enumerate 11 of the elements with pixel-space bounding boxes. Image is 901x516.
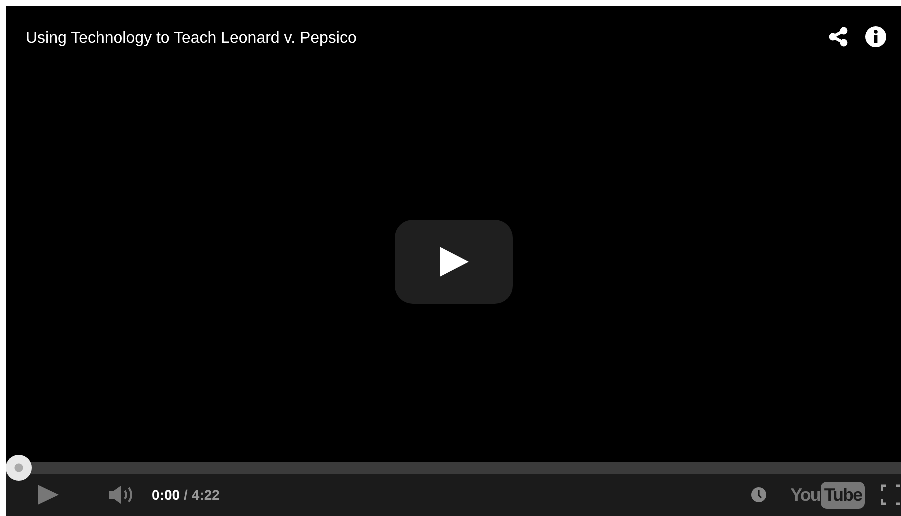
info-icon[interactable] [865,26,887,48]
duration: 4:22 [192,486,220,504]
video-title[interactable]: Using Technology to Teach Leonard v. Pepsico [6,6,829,51]
clock-icon[interactable] [750,487,767,503]
fullscreen-icon[interactable] [881,484,901,506]
share-icon[interactable] [829,27,849,47]
time-separator: / [184,486,188,504]
play-button[interactable] [394,220,512,304]
current-time: 0:00 [152,486,180,504]
progress-handle[interactable] [6,455,32,481]
play-icon[interactable] [36,483,60,507]
